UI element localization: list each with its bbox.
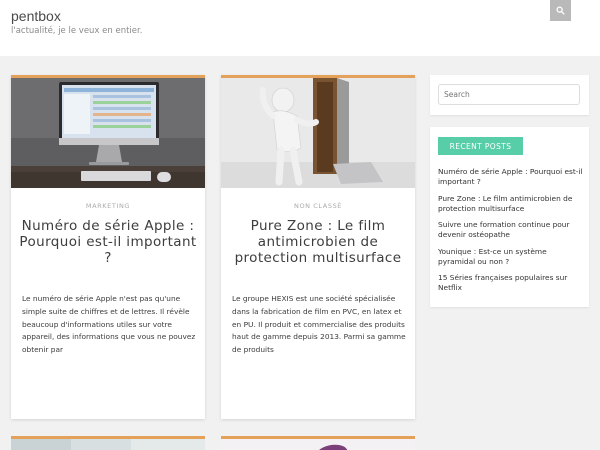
recent-posts-title: RECENT POSTS <box>438 137 523 155</box>
recent-posts-widget: RECENT POSTS Numéro de série Apple : Pou… <box>430 127 589 307</box>
post-thumbnail[interactable] <box>221 78 415 188</box>
post-title[interactable]: Numéro de série Apple : Pourquoi est-il … <box>19 218 197 266</box>
post-card: NON CLASSÉ Pure Zone : Le film antimicro… <box>221 75 415 419</box>
recent-post-link[interactable]: Younique : Est-ce un système pyramidal o… <box>438 247 584 267</box>
imac-desk-image <box>11 78 205 188</box>
figure-door-image <box>221 78 415 188</box>
post-excerpt: Le numéro de série Apple n'est pas qu'un… <box>22 294 196 355</box>
post-thumbnail[interactable] <box>11 78 205 188</box>
search-widget <box>430 75 589 115</box>
site-title[interactable]: pentbox <box>11 8 61 24</box>
search-toggle-button[interactable] <box>550 0 571 21</box>
post-excerpt: Le groupe HEXIS est une société spéciali… <box>232 294 406 355</box>
post-card: MARKETING Numéro de série Apple : Pourqu… <box>11 75 205 419</box>
post-thumbnail-partial <box>11 439 205 450</box>
site-header: pentbox l'actualité, je le veux en entie… <box>0 0 600 56</box>
post-title[interactable]: Pure Zone : Le film antimicrobien de pro… <box>229 218 407 266</box>
recent-posts-list: Numéro de série Apple : Pourquoi est-il … <box>438 167 584 300</box>
post-card-partial[interactable] <box>221 436 415 450</box>
post-card-partial[interactable] <box>11 436 205 450</box>
post-category[interactable]: MARKETING <box>11 202 205 210</box>
post-category[interactable]: NON CLASSÉ <box>221 202 415 210</box>
recent-post-link[interactable]: 15 Séries françaises populaires sur Netf… <box>438 273 584 293</box>
post-thumbnail-partial <box>221 439 415 450</box>
recent-post-link[interactable]: Suivre une formation continue pour deven… <box>438 220 584 240</box>
search-icon <box>556 6 565 15</box>
recent-post-link[interactable]: Numéro de série Apple : Pourquoi est-il … <box>438 167 584 187</box>
recent-post-link[interactable]: Pure Zone : Le film antimicrobien de pro… <box>438 194 584 214</box>
search-input[interactable] <box>438 84 580 105</box>
site-tagline: l'actualité, je le veux en entier. <box>11 26 143 36</box>
